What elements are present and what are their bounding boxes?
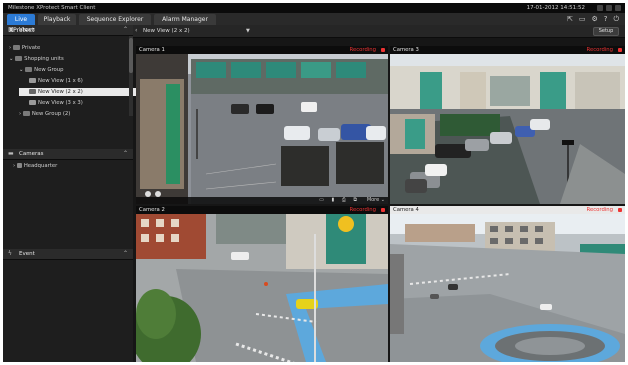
camera-toolbar: ▭ ▮ ⎙ ⧉ More ⌄ — [136, 197, 388, 204]
camera-tile-1[interactable]: Camera 1 Recording ▭ ▮ ⎙ ⧉ More ⌄ — [136, 46, 388, 204]
view-icon — [29, 100, 36, 105]
main-tabs: Live Playback Sequence Explorer Alarm Ma… — [3, 13, 625, 25]
recording-status: Recording — [349, 47, 377, 53]
event-pane-title: Event — [19, 251, 35, 257]
tree-item-private[interactable]: › Private — [9, 44, 40, 52]
folder-icon — [12, 45, 20, 50]
tab-live[interactable]: Live — [7, 14, 35, 25]
tree-item-view-1x6[interactable]: New View (1 x 6) — [29, 77, 83, 85]
view-toolbar: XProtect ‹ New View (2 x 2) ▼ Setup — [9, 25, 625, 38]
collapse-icon[interactable]: ⌃ — [123, 25, 128, 35]
tree-item-view-3x3[interactable]: New View (3 x 3) — [29, 99, 83, 107]
recording-indicator-icon — [618, 48, 622, 52]
tree-item-new-group-2[interactable]: › New Group (2) — [19, 110, 70, 118]
tab-sequence-explorer[interactable]: Sequence Explorer — [79, 14, 151, 25]
camera-header: Camera 3 Recording — [390, 46, 625, 54]
expand-icon[interactable]: › — [19, 111, 21, 117]
folder-icon — [15, 56, 23, 61]
maximize-icon[interactable] — [606, 4, 612, 11]
camera-name: Camera 2 — [139, 207, 165, 213]
tree-item-label: New View (2 x 2) — [38, 89, 83, 95]
recording-status: Recording — [586, 47, 614, 53]
recording-status: Recording — [586, 207, 614, 213]
left-pane: ▦ Views ⌃ › Private ⌄ Shopping units ⌄ N… — [3, 25, 139, 362]
tab-alarm-manager[interactable]: Alarm Manager — [154, 14, 216, 25]
cameras-pane-header[interactable]: ▬ Cameras ⌃ — [3, 149, 133, 160]
brand-label: XProtect — [9, 27, 35, 34]
camera-name: Camera 4 — [393, 207, 419, 213]
views-tree: › Private ⌄ Shopping units ⌄ New Group N… — [3, 36, 139, 132]
collapse-icon[interactable]: ⌃ — [123, 149, 128, 159]
setup-button[interactable]: Setup — [593, 27, 619, 36]
tree-item-label: Headquarter — [23, 163, 58, 169]
recording-indicator-icon — [618, 208, 622, 212]
collapse-icon[interactable]: ⌃ — [123, 249, 128, 259]
tree-item-label: New Group — [34, 67, 64, 73]
expand-icon[interactable]: › — [13, 163, 15, 169]
current-view-name[interactable]: New View (2 x 2) — [143, 25, 190, 37]
camera-tile-4[interactable]: Camera 4 Recording — [390, 206, 625, 362]
view-icon — [29, 78, 36, 83]
help-icon[interactable]: ? — [604, 15, 608, 23]
camera-header: Camera 4 Recording — [390, 206, 625, 214]
tree-item-view-2x2[interactable]: New View (2 x 2) — [19, 88, 139, 96]
tree-item-label: New View (3 x 3) — [38, 100, 83, 106]
recording-indicator-icon — [381, 48, 385, 52]
logout-icon[interactable]: ⏻ — [613, 15, 619, 23]
camera-tile-2[interactable]: Camera 2 Recording — [136, 206, 388, 362]
tree-item-shopping-units[interactable]: ⌄ Shopping units — [9, 55, 64, 63]
cameras-tree: › Headquarter — [3, 160, 129, 240]
cameras-pane-title: Cameras — [19, 151, 44, 157]
minimize-icon[interactable] — [597, 4, 603, 11]
view-icon — [29, 89, 36, 94]
window-title: Milestone XProtect Smart Client — [8, 5, 96, 11]
camera-feed-parking-lot — [136, 54, 388, 204]
camera-header: Camera 1 Recording — [136, 46, 388, 54]
tree-item-headquarter[interactable]: › Headquarter — [13, 162, 57, 170]
camera-feed-intersection — [136, 214, 388, 362]
camera-icon: ▬ — [8, 150, 14, 157]
title-bar: Milestone XProtect Smart Client 17-01-20… — [3, 3, 625, 13]
global-toolbar: ⇱ ▭ ⚙? ⏻ — [561, 14, 619, 24]
tree-item-label: New Group (2) — [31, 111, 71, 117]
camera-tool-icons[interactable]: ▭ ▮ ⎙ ⧉ — [319, 197, 360, 204]
tree-item-label: New View (1 x 6) — [38, 78, 83, 84]
folder-icon — [25, 67, 33, 72]
recording-status: Recording — [349, 207, 377, 213]
recording-indicator-icon — [381, 208, 385, 212]
window-controls — [594, 3, 621, 13]
smart-client-window: Milestone XProtect Smart Client 17-01-20… — [3, 3, 625, 362]
camera-header: Camera 2 Recording — [136, 206, 388, 214]
close-icon[interactable] — [615, 4, 621, 11]
camera-name: Camera 3 — [393, 47, 419, 53]
event-pane-header[interactable]: ϟ Event ⌃ — [3, 249, 133, 260]
tab-playback[interactable]: Playback — [38, 14, 76, 25]
views-scrollbar[interactable] — [129, 36, 133, 116]
server-icon — [16, 163, 22, 168]
expand-icon[interactable]: ⌄ — [19, 67, 23, 73]
camera-name: Camera 1 — [139, 47, 165, 53]
more-button[interactable]: More ⌄ — [367, 197, 385, 204]
back-icon[interactable]: ‹ — [135, 25, 137, 37]
camera-feed-shopping-street — [390, 54, 625, 204]
camera-tile-3[interactable]: Camera 3 Recording — [390, 46, 625, 204]
scroll-thumb[interactable] — [129, 38, 133, 73]
tree-item-label: Private — [21, 45, 41, 51]
expand-icon[interactable]: ⌄ — [9, 56, 13, 62]
bookmark-icon[interactable]: ⇱ — [567, 15, 573, 23]
folder-icon — [22, 111, 30, 116]
monitor-icon[interactable]: ▭ — [579, 15, 586, 23]
tree-item-label: Shopping units — [24, 56, 64, 62]
clock: 17-01-2012 14:51:52 — [526, 5, 585, 11]
event-icon: ϟ — [8, 250, 12, 257]
chevron-down-icon[interactable]: ▼ — [246, 25, 250, 37]
settings-icon[interactable]: ⚙ — [591, 15, 597, 23]
tree-item-new-group[interactable]: ⌄ New Group — [19, 66, 64, 74]
camera-feed-roundabout — [390, 214, 625, 362]
expand-icon[interactable]: › — [9, 45, 11, 51]
